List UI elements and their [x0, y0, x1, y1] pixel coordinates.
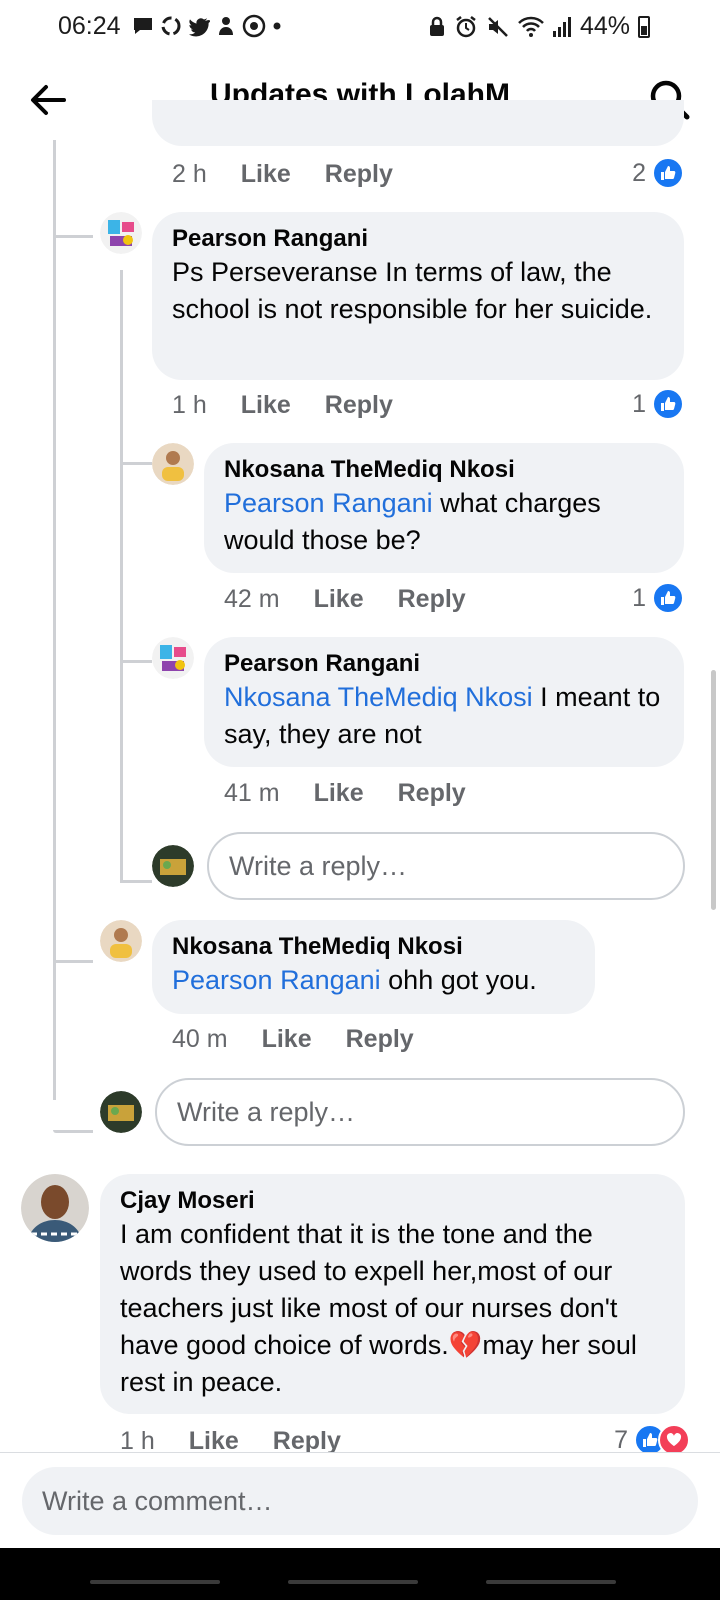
avatar[interactable] — [21, 1174, 89, 1242]
comment-actions: 40 m Like Reply — [172, 1025, 414, 1054]
reaction-count: 2 — [632, 158, 646, 187]
like-button[interactable]: Like — [241, 160, 291, 189]
whatsapp-icon — [242, 14, 266, 38]
mention-link[interactable]: Nkosana TheMediq Nkosi — [224, 682, 533, 712]
status-time: 06:24 — [58, 12, 121, 40]
current-user-avatar — [152, 845, 194, 887]
battery-icon — [638, 15, 650, 38]
comment-actions: 41 m Like Reply — [224, 779, 466, 808]
system-status: 44% — [428, 12, 650, 41]
comment-time: 40 m — [172, 1025, 228, 1053]
comment-text: Ps Perseveranse In terms of law, the sch… — [172, 257, 653, 324]
comment-author[interactable]: Nkosana TheMediq Nkosi — [172, 932, 577, 962]
thread-branch — [120, 660, 152, 663]
avatar[interactable] — [152, 443, 194, 485]
comment-author[interactable]: Pearson Rangani — [172, 224, 666, 254]
lock-icon — [429, 16, 444, 36]
comment-body: ohh got you. — [380, 965, 537, 995]
comment-bubble: Cjay Moseri I am confident that it is th… — [100, 1174, 685, 1414]
message-icon — [134, 18, 152, 34]
reaction-count: 1 — [632, 583, 646, 612]
like-button[interactable]: Like — [314, 585, 364, 614]
avatar[interactable] — [100, 920, 142, 962]
comment-text: Pearson Rangani what charges would those… — [224, 485, 666, 559]
dot-icon — [273, 22, 281, 30]
thumbs-up-icon — [652, 157, 684, 189]
reply-button[interactable]: Reply — [325, 391, 393, 420]
comment-text: I am confident that it is the tone and t… — [120, 1216, 667, 1401]
comment-actions: 1 h Like Reply — [172, 391, 393, 420]
avatar[interactable] — [152, 637, 194, 679]
mute-icon — [488, 16, 508, 37]
back-nav-button[interactable] — [486, 1580, 616, 1584]
comment-actions: 2 h Like Reply — [172, 160, 393, 189]
thread-branch — [120, 462, 152, 465]
signal-icon — [552, 16, 571, 37]
mention-link[interactable]: Pearson Rangani — [224, 488, 433, 518]
thread-branch — [53, 1130, 93, 1133]
status-bar: 06:24 44% — [0, 0, 720, 58]
thumbs-up-icon — [652, 582, 684, 614]
recycle-icon — [161, 16, 181, 36]
comment-author[interactable]: Cjay Moseri — [120, 1186, 667, 1216]
arrow-left-icon — [31, 85, 66, 115]
like-button[interactable]: Like — [314, 779, 364, 808]
comment-author[interactable]: Pearson Rangani — [224, 649, 666, 679]
comment-bubble: Pearson Rangani Ps Perseveranse In terms… — [152, 212, 684, 380]
recent-apps-button[interactable] — [90, 1580, 220, 1584]
thread-branch — [53, 960, 93, 963]
reply-button[interactable]: Reply — [346, 1025, 414, 1054]
comment-composer: Write a comment… — [0, 1452, 720, 1549]
comment-time: 2 h — [172, 160, 207, 188]
comment-actions: 42 m Like Reply — [224, 585, 466, 614]
reply-button[interactable]: Reply — [398, 779, 466, 808]
comment-bubble: Pearson Rangani Nkosana TheMediq Nkosi I… — [204, 637, 684, 767]
person-icon — [219, 17, 233, 35]
mention-link[interactable]: Pearson Rangani — [172, 965, 381, 995]
twitter-icon — [189, 18, 210, 37]
comment-bubble: Nkosana TheMediq Nkosi Pearson Rangani w… — [204, 443, 684, 573]
system-nav-bar — [0, 1548, 720, 1600]
avatar[interactable] — [100, 212, 142, 254]
wifi-icon — [518, 16, 544, 37]
comment-input[interactable]: Write a comment… — [22, 1467, 698, 1535]
back-button[interactable] — [26, 78, 70, 122]
home-button[interactable] — [288, 1580, 418, 1584]
thread-line-outer — [53, 140, 56, 1100]
comment-bubble: Nkosana TheMediq Nkosi Pearson Rangani o… — [152, 920, 595, 1014]
reply-input[interactable]: Write a reply… — [155, 1078, 685, 1146]
thread-branch — [53, 235, 93, 238]
comment-time: 1 h — [172, 391, 207, 419]
broken-heart-emoji: 💔 — [448, 1330, 483, 1360]
comment-time: 42 m — [224, 585, 280, 613]
reaction-count: 7 — [614, 1425, 628, 1454]
like-button[interactable]: Like — [262, 1025, 312, 1054]
comment-bubble-partial — [152, 100, 684, 146]
comment-author[interactable]: Nkosana TheMediq Nkosi — [224, 455, 666, 485]
current-user-avatar — [100, 1091, 142, 1133]
scrollbar[interactable] — [711, 670, 716, 910]
comment-time: 41 m — [224, 779, 280, 807]
comment-text: Nkosana TheMediq Nkosi I meant to say, t… — [224, 679, 666, 753]
reaction-summary[interactable]: 1 — [632, 582, 684, 614]
reaction-summary[interactable]: 1 — [632, 388, 684, 420]
reaction-count: 1 — [632, 389, 646, 418]
thread-line-inner — [120, 270, 123, 880]
reaction-summary[interactable]: 2 — [632, 157, 684, 189]
reply-button[interactable]: Reply — [398, 585, 466, 614]
reply-button[interactable]: Reply — [325, 160, 393, 189]
thumbs-up-icon — [652, 388, 684, 420]
like-button[interactable]: Like — [241, 391, 291, 420]
thread-branch — [120, 880, 152, 883]
notification-icons — [132, 14, 282, 38]
comment-text: Pearson Rangani ohh got you. — [172, 962, 577, 999]
reply-input[interactable]: Write a reply… — [207, 832, 685, 900]
battery-percent: 44% — [579, 12, 630, 40]
alarm-icon — [456, 15, 476, 37]
